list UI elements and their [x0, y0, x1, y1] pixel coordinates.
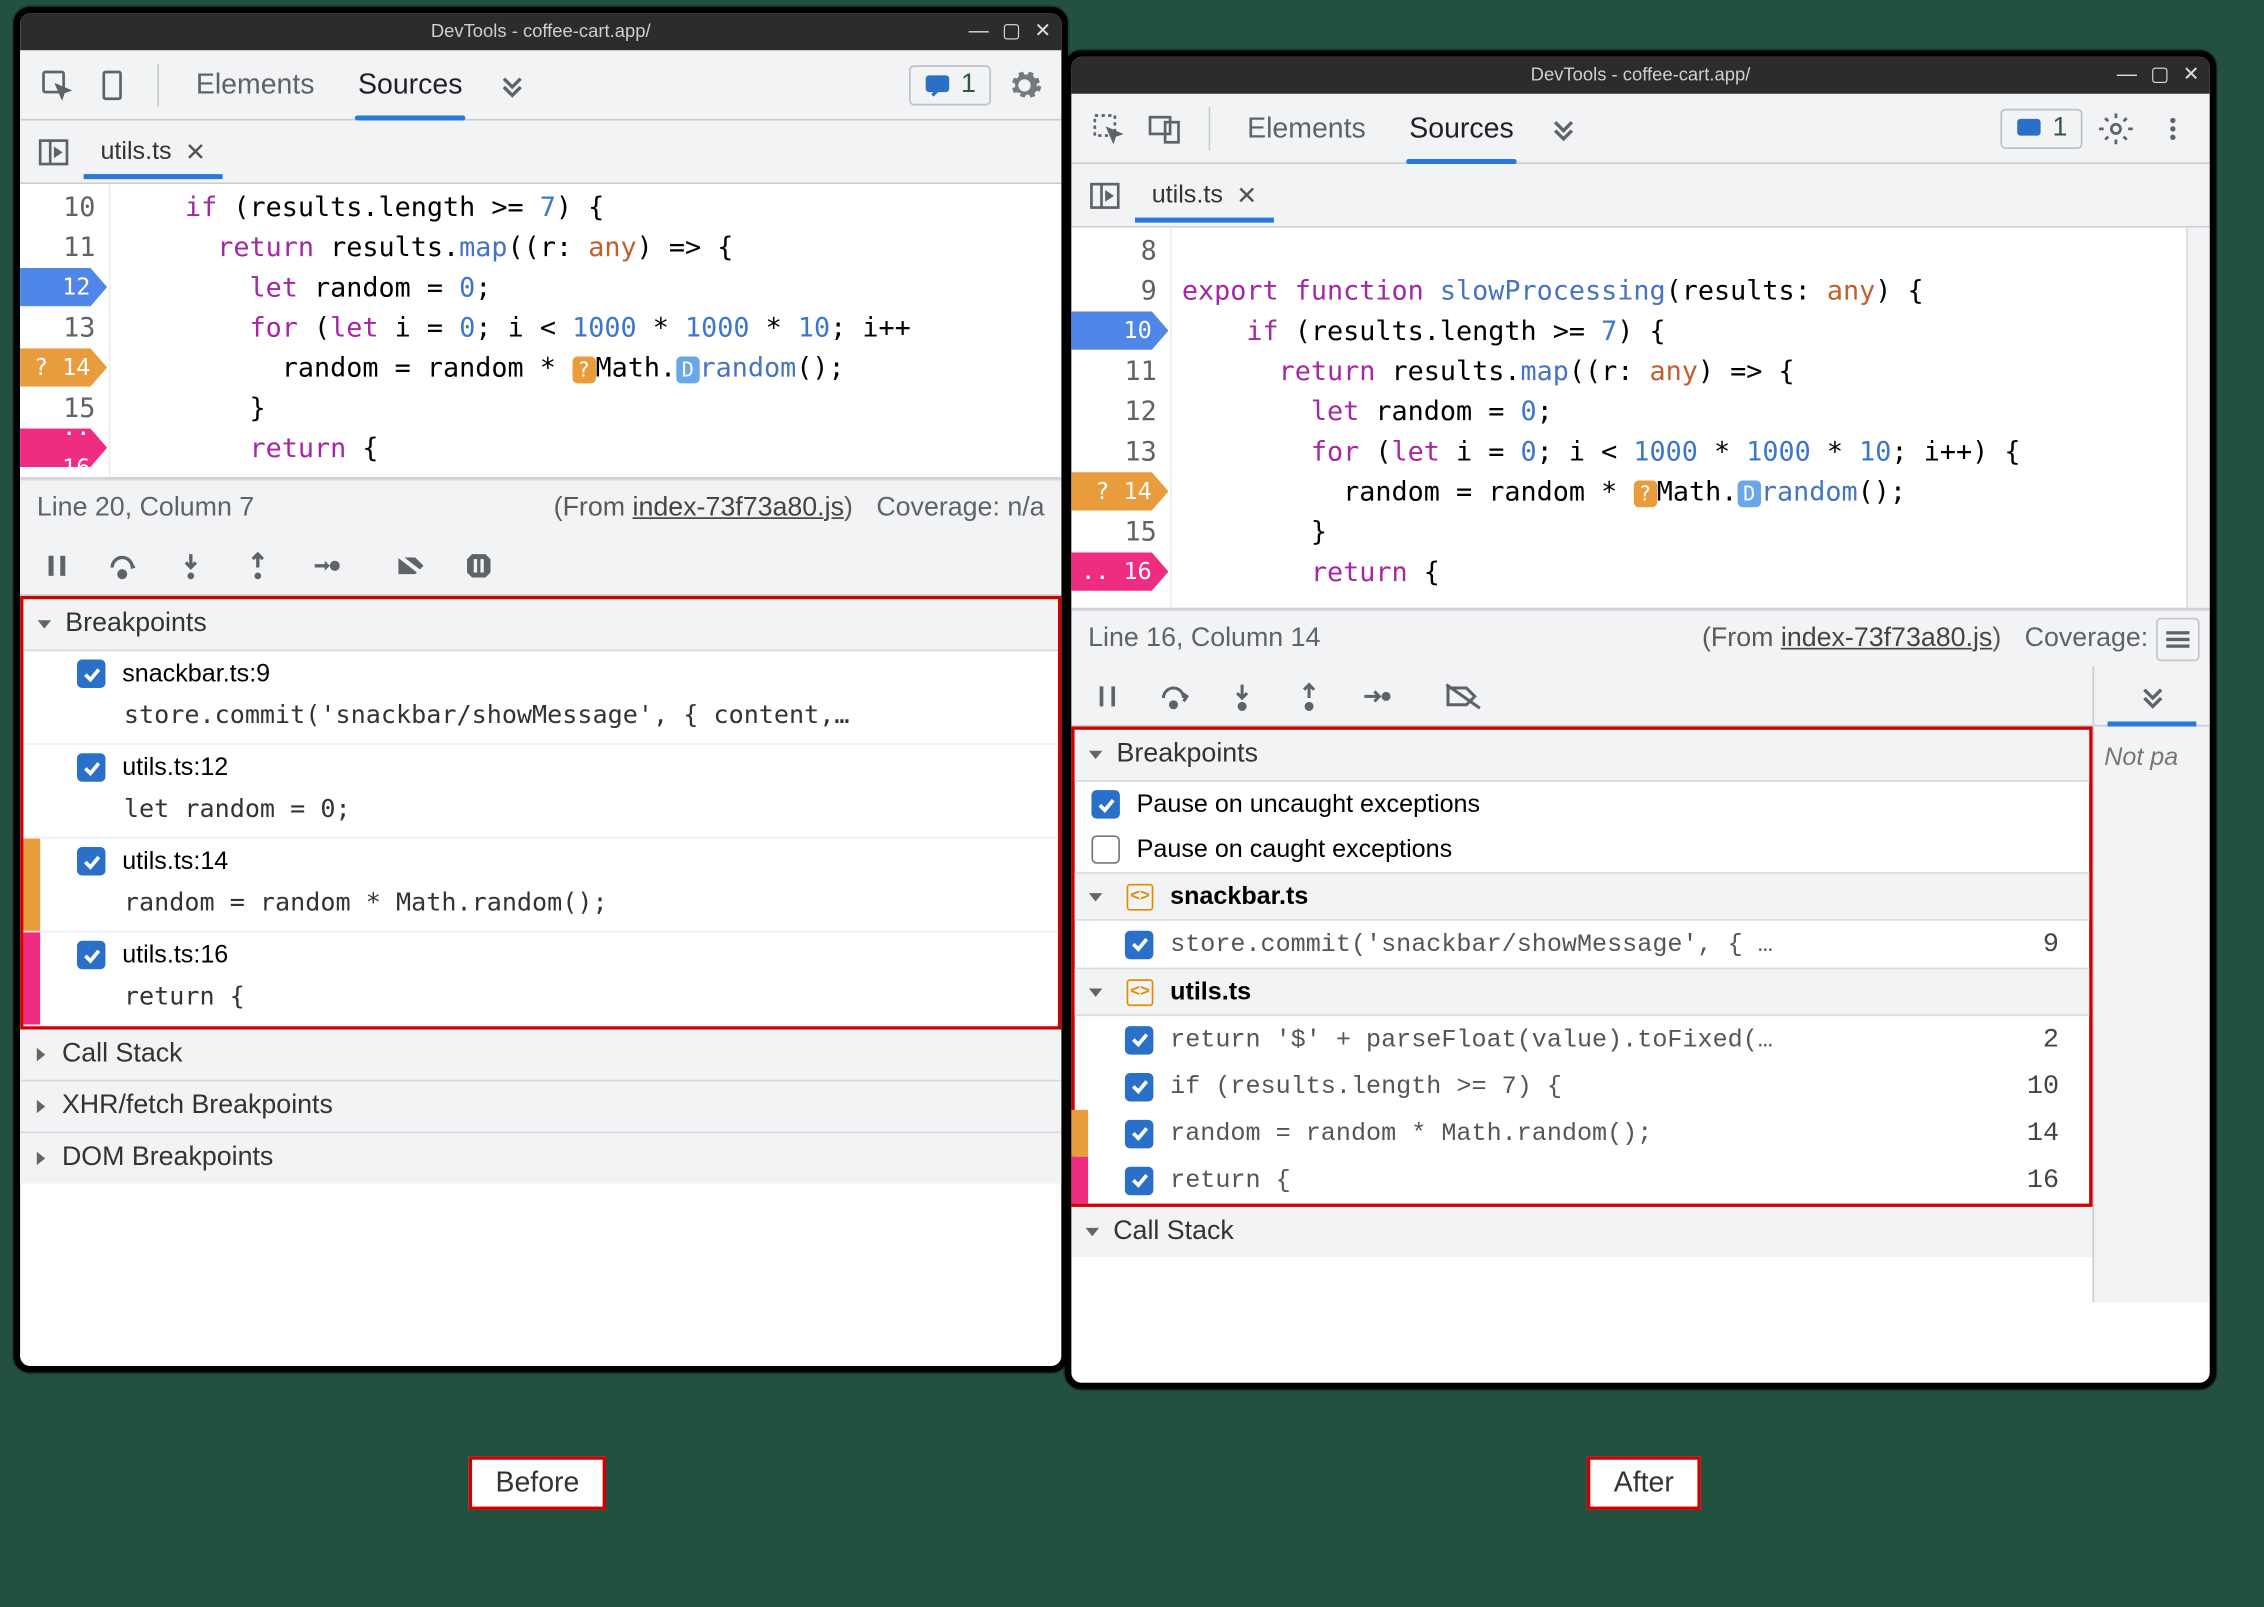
deactivate-breakpoints-icon[interactable] — [388, 542, 435, 589]
pause-exceptions-icon[interactable] — [455, 542, 502, 589]
code-editor[interactable]: 1011 1213? 1415.. 16 if (results.length … — [20, 184, 1061, 479]
breakpoint-item[interactable]: random = random * Math.random();14 — [1075, 1110, 2089, 1157]
cursor-position: Line 16, Column 14 — [1088, 624, 1320, 654]
file-tab-utils[interactable]: utils.ts✕ — [1135, 170, 1274, 220]
breakpoint-item[interactable]: if (results.length >= 7) {10 — [1075, 1063, 2089, 1110]
main-toolbar: Elements Sources 1 — [1071, 94, 2209, 164]
xhr-breakpoints-header[interactable]: XHR/fetch Breakpoints — [20, 1081, 1061, 1133]
breakpoint-item[interactable]: utils.ts:16 — [23, 932, 1058, 977]
caption-before: Before — [469, 1456, 606, 1510]
pause-caught-row[interactable]: Pause on caught exceptions — [1075, 827, 2089, 872]
checkbox-icon[interactable] — [1125, 1166, 1153, 1194]
navigator-toggle-icon[interactable] — [1081, 172, 1128, 219]
step-into-icon[interactable] — [1219, 672, 1266, 719]
messages-badge[interactable]: 1 — [909, 64, 991, 104]
breakpoint-group-header[interactable]: <>snackbar.ts — [1075, 872, 2089, 921]
step-over-icon[interactable] — [1152, 672, 1199, 719]
caption-after: After — [1587, 1456, 1701, 1510]
close-icon[interactable]: ✕ — [185, 136, 206, 166]
file-tab-bar: utils.ts✕ — [1071, 164, 2209, 228]
step-over-icon[interactable] — [100, 542, 147, 589]
window-title: DevTools - coffee-cart.app/ — [1531, 65, 1751, 85]
breakpoint-item[interactable]: snackbar.ts:9 — [23, 651, 1058, 696]
device-icon[interactable] — [90, 61, 137, 108]
checkbox-icon[interactable] — [1091, 835, 1119, 863]
status-bar: Line 20, Column 7 (From index-73f73a80.j… — [20, 479, 1061, 536]
titlebar[interactable]: DevTools - coffee-cart.app/ —▢✕ — [1071, 57, 2209, 94]
more-tabs-icon[interactable] — [1540, 105, 1587, 152]
file-tab-utils[interactable]: utils.ts✕ — [84, 126, 223, 176]
more-icon[interactable] — [2156, 617, 2200, 661]
checkbox-icon[interactable] — [1125, 1072, 1153, 1100]
debugger-side-panel: Not pa — [2093, 666, 2210, 1302]
tab-sources[interactable]: Sources — [341, 50, 479, 119]
sourcemap-link[interactable]: index-73f73a80.js — [633, 493, 844, 521]
breakpoint-item[interactable]: return '$' + parseFloat(value).toFixed(…… — [1075, 1016, 2089, 1063]
expand-icon[interactable] — [2094, 666, 2210, 726]
inspect-icon[interactable] — [1085, 105, 1132, 152]
window-controls[interactable]: —▢✕ — [969, 18, 1052, 41]
more-tabs-icon[interactable] — [489, 61, 536, 108]
pause-icon[interactable] — [1085, 672, 1132, 719]
devtools-window-after: DevTools - coffee-cart.app/ —▢✕ Elements… — [1065, 50, 2217, 1389]
step-icon[interactable] — [1353, 672, 1400, 719]
tab-elements[interactable]: Elements — [1230, 94, 1382, 163]
checkbox-icon[interactable] — [77, 660, 105, 688]
window-title: DevTools - coffee-cart.app/ — [431, 22, 651, 42]
step-icon[interactable] — [301, 542, 348, 589]
callstack-header[interactable]: Call Stack — [20, 1030, 1061, 1082]
pause-uncaught-row[interactable]: Pause on uncaught exceptions — [1075, 782, 2089, 827]
breakpoint-item[interactable]: utils.ts:14 — [23, 839, 1058, 884]
pause-icon[interactable] — [33, 542, 80, 589]
titlebar[interactable]: DevTools - coffee-cart.app/ —▢✕ — [20, 13, 1061, 50]
callstack-header[interactable]: Call Stack — [1071, 1207, 2092, 1257]
main-toolbar: Elements Sources 1 — [20, 50, 1061, 120]
checkbox-icon[interactable] — [1091, 790, 1119, 818]
messages-badge[interactable]: 1 — [2001, 108, 2083, 148]
device-icon[interactable] — [1142, 105, 1189, 152]
checkbox-icon[interactable] — [77, 941, 105, 969]
tab-elements[interactable]: Elements — [179, 50, 331, 119]
window-controls[interactable]: —▢✕ — [2117, 62, 2200, 85]
devtools-window-before: DevTools - coffee-cart.app/ —▢✕ Elements… — [13, 7, 1068, 1373]
checkbox-icon[interactable] — [1125, 1119, 1153, 1147]
inspect-icon[interactable] — [33, 61, 80, 108]
checkbox-icon[interactable] — [1125, 1025, 1153, 1053]
step-out-icon[interactable] — [1286, 672, 1333, 719]
tab-sources[interactable]: Sources — [1393, 94, 1531, 163]
not-paused-label: Not pa — [2094, 727, 2210, 789]
step-into-icon[interactable] — [167, 542, 214, 589]
checkbox-icon[interactable] — [77, 847, 105, 875]
cursor-position: Line 20, Column 7 — [37, 493, 254, 523]
breakpoint-item[interactable]: utils.ts:12 — [23, 745, 1058, 790]
debugger-toolbar — [20, 536, 1061, 596]
close-icon[interactable]: ✕ — [1236, 180, 1257, 210]
breakpoints-header[interactable]: Breakpoints — [1075, 730, 2089, 782]
breakpoint-item[interactable]: return {16 — [1075, 1157, 2089, 1204]
breakpoint-item[interactable]: store.commit('snackbar/showMessage', { …… — [1075, 921, 2089, 968]
file-tab-bar: utils.ts✕ — [20, 121, 1061, 185]
debugger-toolbar — [1071, 666, 2209, 726]
breakpoint-group-header[interactable]: <>utils.ts — [1075, 968, 2089, 1017]
breakpoints-header[interactable]: Breakpoints — [23, 599, 1058, 651]
breakpoints-panel-highlight: Breakpoints snackbar.ts:9store.commit('s… — [20, 596, 1061, 1030]
dom-breakpoints-header[interactable]: DOM Breakpoints — [20, 1133, 1061, 1183]
coverage-label: Coverage: n/a — [876, 493, 1044, 523]
gear-icon[interactable] — [2093, 105, 2140, 152]
kebab-icon[interactable] — [2149, 105, 2196, 152]
breakpoints-panel-highlight: Breakpoints Pause on uncaught exceptions… — [1071, 727, 2092, 1207]
scrollbar[interactable] — [2186, 228, 2209, 608]
step-out-icon[interactable] — [234, 542, 281, 589]
gear-icon[interactable] — [1001, 61, 1048, 108]
sourcemap-link[interactable]: index-73f73a80.js — [1781, 624, 1992, 652]
status-bar: Line 16, Column 14 (From index-73f73a80.… — [1071, 609, 2209, 666]
checkbox-icon[interactable] — [1125, 930, 1153, 958]
navigator-toggle-icon[interactable] — [30, 128, 77, 175]
code-editor[interactable]: 89 10111213? 1415.. 16 export function s… — [1071, 228, 2209, 610]
checkbox-icon[interactable] — [77, 753, 105, 781]
deactivate-breakpoints-icon[interactable] — [1440, 672, 1487, 719]
